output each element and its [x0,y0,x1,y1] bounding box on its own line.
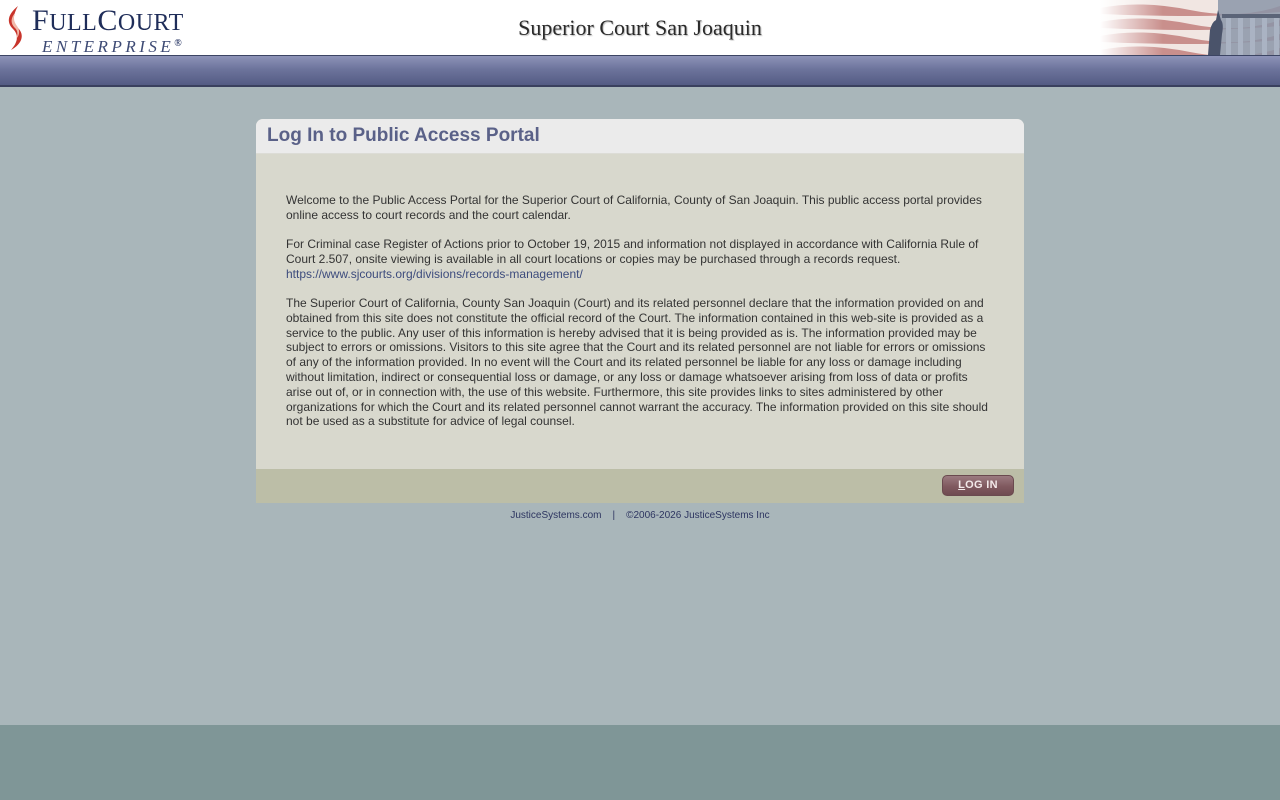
copyright-link[interactable]: ©2006-2026 JusticeSystems Inc [626,510,770,521]
disclaimer-paragraph: The Superior Court of California, County… [286,295,988,429]
bottom-band [0,725,1280,800]
login-panel: Log In to Public Access Portal Welcome t… [256,119,1024,503]
records-management-link[interactable]: https://www.sjcourts.org/divisions/recor… [286,267,583,281]
panel-title: Log In to Public Access Portal [267,125,540,146]
site-header: FULLCOURT ENTERPRISE® Superior Court San… [0,0,1280,56]
records-text: For Criminal case Register of Actions pr… [286,237,979,266]
flag-courthouse-icon [1100,0,1280,55]
panel-footer: LOG IN [256,469,1024,503]
footer-separator: | [612,510,616,521]
records-paragraph: For Criminal case Register of Actions pr… [286,237,992,281]
login-button[interactable]: LOG IN [942,475,1014,496]
page-footer: JusticeSystems.com | ©2006-2026 JusticeSys… [256,509,1024,522]
panel-body: Welcome to the Public Access Portal for … [286,193,992,444]
court-title: Superior Court San Joaquin [518,15,762,40]
panel-header: Log In to Public Access Portal [256,119,1024,154]
justicesystems-link[interactable]: JusticeSystems.com [510,510,601,521]
welcome-paragraph: Welcome to the Public Access Portal for … [286,193,982,222]
nav-bar [0,56,1280,87]
